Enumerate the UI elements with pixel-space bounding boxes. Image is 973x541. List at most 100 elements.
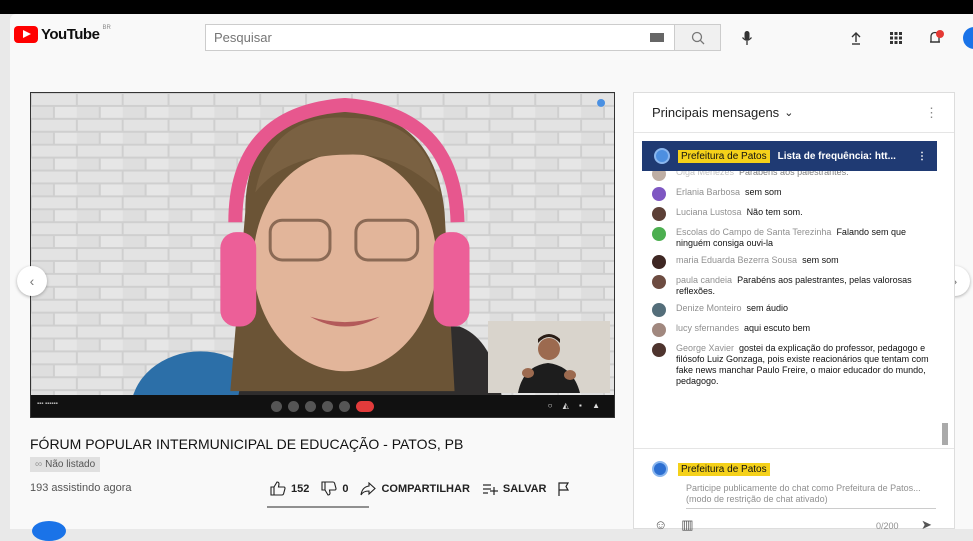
browser-top-bar — [0, 0, 973, 14]
search-icon — [691, 31, 704, 44]
current-user-name: Prefeitura de Patos — [678, 462, 770, 476]
chat-avatar — [652, 323, 666, 337]
chat-scrollbar[interactable] — [942, 423, 948, 445]
share-icon — [360, 481, 377, 495]
chat-author: Denize Monteiro — [676, 303, 742, 313]
meeting-right-icons: ○ ◭ ▪ ▲ — [547, 401, 604, 410]
logo-text: YouTube — [41, 26, 100, 43]
microphone-icon — [741, 31, 753, 45]
chat-message-body: Escolas do Campo de Santa Terezinha Falan… — [676, 227, 942, 249]
chat-text: sem áudio — [746, 303, 789, 313]
chat-message: George Xavier gostei da explicação do pro… — [652, 343, 942, 387]
upload-icon — [851, 32, 861, 45]
apps-button[interactable] — [886, 28, 906, 48]
pinned-message[interactable]: Prefeitura de Patos Lista de frequência:… — [642, 141, 937, 171]
voice-search-button[interactable] — [737, 28, 757, 48]
notifications-button[interactable] — [926, 28, 946, 48]
unlisted-label: Não listado — [45, 459, 96, 470]
chat-message-body: George Xavier gostei da explicação do pro… — [676, 343, 942, 387]
chat-message: Erlania Barbosa sem som — [652, 187, 942, 201]
chat-author: Luciana Lustosa — [676, 207, 742, 217]
chat-mode-label: Principais mensagens — [652, 105, 780, 120]
send-icon[interactable]: ➤ — [921, 517, 932, 533]
chat-menu-icon[interactable]: ⋮ — [925, 105, 938, 121]
chat-avatar — [652, 255, 666, 269]
chat-message-body: maria Eduarda Bezerra Sousa sem som — [676, 255, 839, 266]
interpreter-image — [488, 321, 610, 393]
meeting-controls: ▪▪▪ ▪▪▪▪▪▪ ○ ◭ ▪ ▲ — [31, 395, 614, 417]
chat-author: paula candeia — [676, 275, 733, 285]
chat-input-area: Prefeitura de Patos Participe publicamen… — [634, 448, 954, 533]
chat-message: maria Eduarda Bezerra Sousa sem som — [652, 255, 942, 269]
youtube-play-icon — [14, 26, 38, 43]
playlist-add-icon — [482, 483, 498, 495]
more-options[interactable] — [339, 400, 350, 412]
unlisted-badge: ∞ Não listado — [30, 457, 101, 472]
chat-text: aqui escuto bem — [744, 323, 811, 333]
live-viewers: 193 assistindo agora — [30, 482, 132, 494]
live-chat-panel: Principais mensagens ⌄ ⋮ Olga Menezes Par… — [633, 92, 955, 533]
chat-message: Denize Monteiro sem áudio — [652, 303, 942, 317]
search-button[interactable] — [675, 24, 721, 51]
chat-input[interactable]: Participe publicamente do chat como Pref… — [686, 483, 936, 509]
mic-toggle[interactable] — [271, 400, 282, 412]
youtube-logo[interactable]: YouTube BR — [14, 24, 111, 43]
chevron-left-icon: ‹ — [29, 273, 35, 289]
keyboard-icon[interactable] — [650, 33, 664, 42]
chat-text: sem som — [745, 187, 782, 197]
country-code: BR — [102, 24, 111, 31]
chat-message-body: lucy sfernandes aqui escuto bem — [676, 323, 810, 334]
video-player[interactable]: ▪▪▪ ▪▪▪▪▪▪ ○ ◭ ▪ ▲ — [30, 92, 615, 418]
search-input[interactable] — [206, 30, 650, 45]
chat-message-body: Luciana Lustosa Não tem som. — [676, 207, 803, 218]
captions-toggle[interactable] — [305, 400, 316, 412]
sign-language-interpreter — [488, 321, 610, 393]
link-icon: ∞ — [35, 459, 43, 470]
chat-text: sem som — [802, 255, 839, 265]
chat-message: paula candeia Parabéns aos palestrantes, … — [652, 275, 942, 297]
chat-text: Não tem som. — [746, 207, 803, 217]
save-button[interactable]: SALVAR — [482, 482, 547, 495]
meeting-info: ▪▪▪ ▪▪▪▪▪▪ — [37, 401, 58, 407]
chat-avatar — [652, 343, 666, 357]
like-ratio-bar — [267, 506, 369, 508]
share-button[interactable]: COMPARTILHAR — [360, 481, 470, 496]
chat-author: Erlania Barbosa — [676, 187, 741, 197]
chat-avatar — [652, 303, 666, 317]
chat-avatar — [652, 207, 666, 221]
chat-input-tools: ☺ ▥ — [654, 517, 694, 533]
report-button[interactable] — [558, 481, 570, 496]
bell-icon — [930, 30, 944, 43]
channel-avatar[interactable] — [32, 521, 66, 541]
chat-header[interactable]: Principais mensagens ⌄ ⋮ — [634, 93, 954, 133]
video-title: FÓRUM POPULAR INTERMUNICIPAL DE EDUCAÇÃO… — [30, 436, 464, 452]
chat-author: maria Eduarda Bezerra Sousa — [676, 255, 798, 265]
search-box[interactable] — [205, 24, 675, 51]
video-actions: 152 0 COMPARTILHAR SALVAR — [270, 481, 570, 496]
chat-message: lucy sfernandes aqui escuto bem — [652, 323, 942, 337]
chat-message-body: paula candeia Parabéns aos palestrantes, … — [676, 275, 942, 297]
dislike-count: 0 — [342, 482, 349, 495]
chevron-down-icon: ⌄ — [784, 107, 794, 119]
chat-message-body: Denize Monteiro sem áudio — [676, 303, 788, 314]
present-toggle[interactable] — [322, 400, 333, 412]
chat-avatar — [652, 275, 666, 289]
upload-button[interactable] — [846, 28, 866, 48]
like-button[interactable]: 152 — [270, 481, 309, 496]
thumbs-down-icon — [321, 481, 337, 496]
chat-author: George Xavier — [676, 343, 735, 353]
current-user-avatar — [652, 461, 668, 477]
chat-author: Escolas do Campo de Santa Terezinha — [676, 227, 832, 237]
camera-toggle[interactable] — [288, 400, 299, 412]
previous-arrow-button[interactable]: ‹ — [17, 266, 47, 296]
chat-message: Luciana Lustosa Não tem som. — [652, 207, 942, 221]
emoji-icon[interactable]: ☺ — [654, 517, 667, 533]
pinned-menu-icon[interactable]: ⋮ — [917, 151, 927, 162]
chat-current-user: Prefeitura de Patos — [652, 461, 770, 477]
dislike-button[interactable]: 0 — [321, 481, 348, 496]
chat-avatar — [652, 227, 666, 241]
like-count: 152 — [291, 482, 310, 495]
poll-icon[interactable]: ▥ — [681, 517, 693, 533]
end-call-button[interactable] — [356, 400, 374, 412]
save-label: SALVAR — [502, 482, 547, 495]
